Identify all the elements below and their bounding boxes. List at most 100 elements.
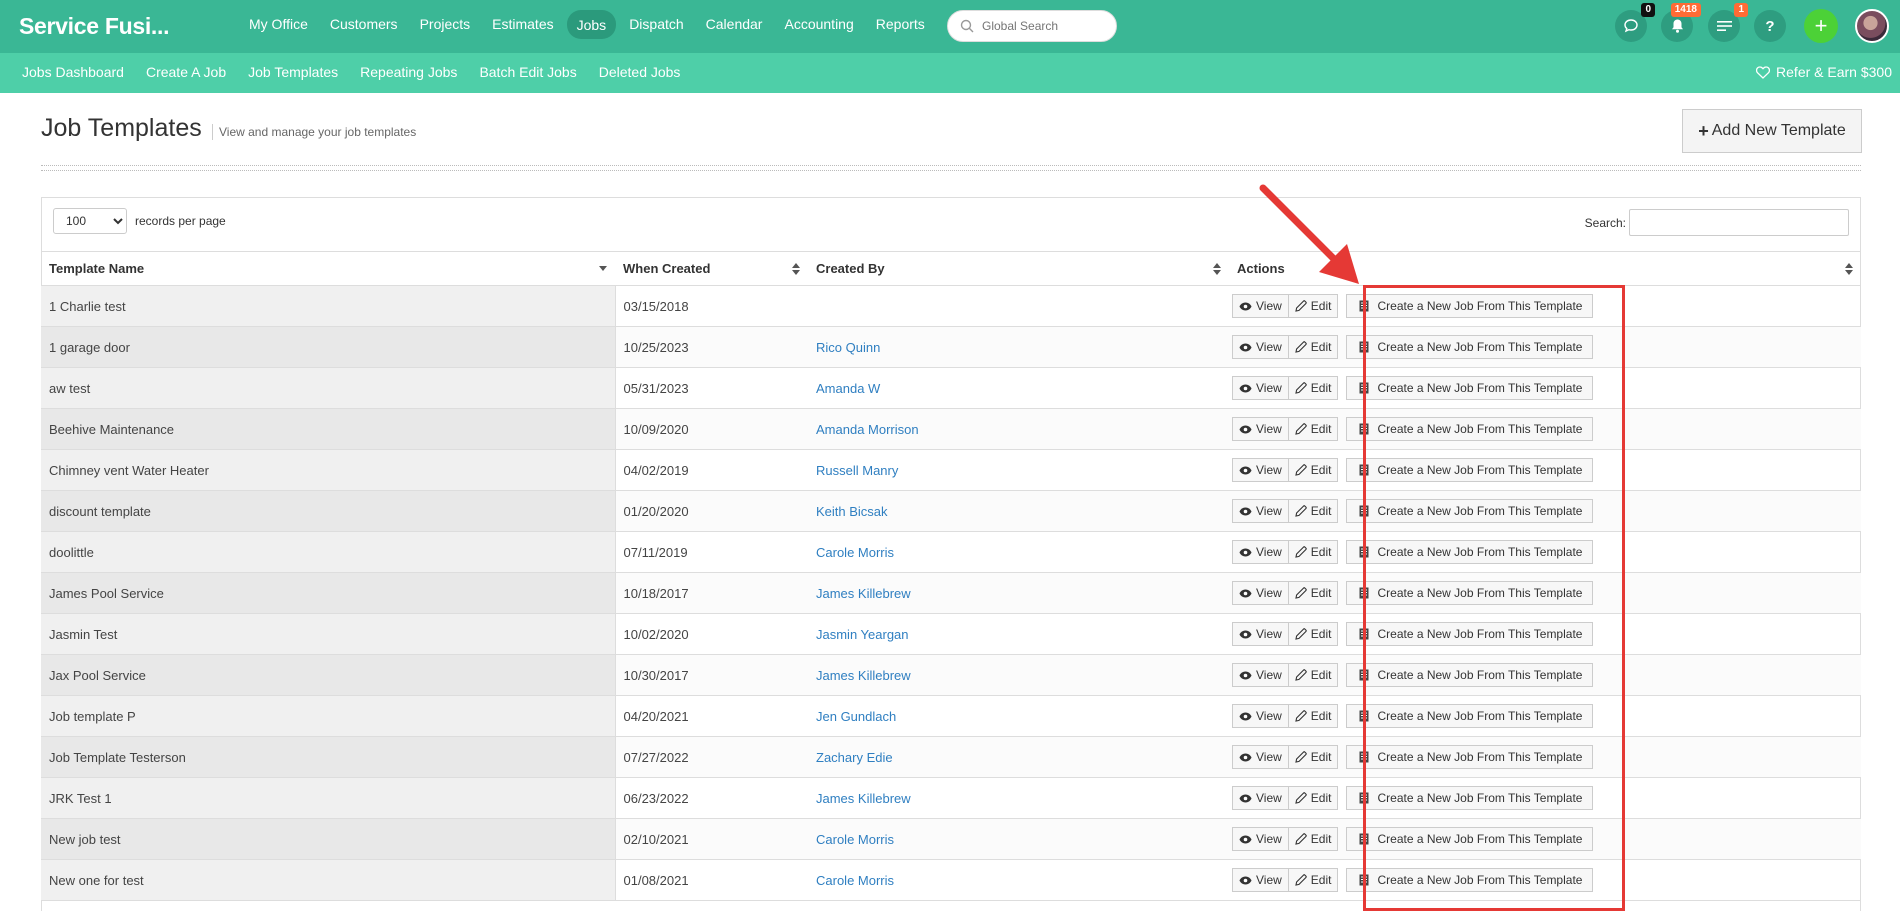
view-button[interactable]: View xyxy=(1232,704,1289,728)
add-new-template-button[interactable]: + Add New Template xyxy=(1682,109,1862,153)
view-button[interactable]: View xyxy=(1232,294,1289,318)
view-button[interactable]: View xyxy=(1232,827,1289,851)
nav-item-calendar[interactable]: Calendar xyxy=(697,13,772,41)
created-by-link[interactable]: Carole Morris xyxy=(816,832,894,847)
sub-nav-item-deleted-jobs[interactable]: Deleted Jobs xyxy=(599,64,681,80)
sub-nav-item-jobs-dashboard[interactable]: Jobs Dashboard xyxy=(22,64,124,80)
create-job-from-template-button[interactable]: Create a New Job From This Template xyxy=(1346,745,1594,769)
global-search-input[interactable] xyxy=(982,17,1108,35)
nav-item-reports[interactable]: Reports xyxy=(867,13,934,41)
create-job-from-template-button[interactable]: Create a New Job From This Template xyxy=(1346,294,1594,318)
create-job-from-template-button[interactable]: Create a New Job From This Template xyxy=(1346,540,1594,564)
edit-button[interactable]: Edit xyxy=(1287,745,1339,769)
actions-cell: View Edit Create a New Job From This Templ… xyxy=(1229,285,1861,327)
edit-button[interactable]: Edit xyxy=(1287,499,1339,523)
created-by-link[interactable]: Carole Morris xyxy=(816,545,894,560)
notifications-badge: 1418 xyxy=(1670,3,1701,17)
nav-item-jobs[interactable]: Jobs xyxy=(566,10,617,39)
create-job-from-template-button[interactable]: Create a New Job From This Template xyxy=(1346,458,1594,482)
main-nav: My Office Customers Projects Estimates Jobs D… xyxy=(240,10,938,41)
template-name-cell: New one for test xyxy=(41,859,616,901)
notifications-button[interactable]: 1418 xyxy=(1661,3,1701,42)
created-by-link[interactable]: Rico Quinn xyxy=(816,340,880,355)
view-button[interactable]: View xyxy=(1232,376,1289,400)
edit-button[interactable]: Edit xyxy=(1287,540,1339,564)
edit-button[interactable]: Edit xyxy=(1287,376,1339,400)
tasks-button[interactable]: 1 xyxy=(1708,3,1748,42)
view-button[interactable]: View xyxy=(1232,622,1289,646)
view-button[interactable]: View xyxy=(1232,786,1289,810)
create-job-from-template-button[interactable]: Create a New Job From This Template xyxy=(1346,827,1594,851)
created-by-link[interactable]: Carole Morris xyxy=(816,873,894,888)
create-job-from-template-button[interactable]: Create a New Job From This Template xyxy=(1346,376,1594,400)
edit-button[interactable]: Edit xyxy=(1287,622,1339,646)
view-button[interactable]: View xyxy=(1232,663,1289,687)
edit-button[interactable]: Edit xyxy=(1287,335,1339,359)
edit-button[interactable]: Edit xyxy=(1287,868,1339,892)
view-button[interactable]: View xyxy=(1232,417,1289,441)
sub-nav-item-batch-edit-jobs[interactable]: Batch Edit Jobs xyxy=(479,64,576,80)
created-by-link[interactable]: Amanda Morrison xyxy=(816,422,919,437)
create-job-from-template-button[interactable]: Create a New Job From This Template xyxy=(1346,335,1594,359)
column-header-template-name[interactable]: Template Name xyxy=(41,251,615,286)
sub-nav-item-create-a-job[interactable]: Create A Job xyxy=(146,64,226,80)
user-avatar[interactable] xyxy=(1855,9,1889,43)
created-by-link[interactable]: James Killebrew xyxy=(816,668,911,683)
nav-item-dispatch[interactable]: Dispatch xyxy=(620,13,692,41)
view-button[interactable]: View xyxy=(1232,335,1289,359)
create-job-from-template-button[interactable]: Create a New Job From This Template xyxy=(1346,786,1594,810)
view-button[interactable]: View xyxy=(1232,499,1289,523)
edit-button[interactable]: Edit xyxy=(1287,417,1339,441)
edit-button[interactable]: Edit xyxy=(1287,827,1339,851)
edit-button[interactable]: Edit xyxy=(1287,663,1339,687)
created-by-link[interactable]: Jasmin Yeargan xyxy=(816,627,909,642)
create-job-from-template-button[interactable]: Create a New Job From This Template xyxy=(1346,704,1594,728)
nav-item-projects[interactable]: Projects xyxy=(411,13,480,41)
column-header-when-created[interactable]: When Created xyxy=(615,251,808,286)
document-icon xyxy=(1359,587,1369,599)
nav-item-customers[interactable]: Customers xyxy=(321,13,407,41)
view-button[interactable]: View xyxy=(1232,540,1289,564)
create-job-from-template-button[interactable]: Create a New Job From This Template xyxy=(1346,417,1594,441)
actions-cell: View Edit Create a New Job From This Templ… xyxy=(1229,326,1861,368)
created-by-link[interactable]: Amanda W xyxy=(816,381,880,396)
view-button[interactable]: View xyxy=(1232,745,1289,769)
records-per-page-select[interactable]: 100 xyxy=(53,208,127,234)
nav-item-estimates[interactable]: Estimates xyxy=(483,13,562,41)
column-header-actions[interactable]: Actions xyxy=(1229,251,1861,286)
nav-item-accounting[interactable]: Accounting xyxy=(775,13,862,41)
view-button[interactable]: View xyxy=(1232,581,1289,605)
table-search-input[interactable] xyxy=(1629,209,1849,236)
create-job-from-template-button[interactable]: Create a New Job From This Template xyxy=(1346,868,1594,892)
global-search[interactable] xyxy=(947,10,1117,42)
edit-button[interactable]: Edit xyxy=(1287,581,1339,605)
view-button[interactable]: View xyxy=(1232,868,1289,892)
edit-button[interactable]: Edit xyxy=(1287,458,1339,482)
created-by-link[interactable]: Zachary Edie xyxy=(816,750,893,765)
edit-label: Edit xyxy=(1310,545,1332,559)
refer-earn-link[interactable]: Refer & Earn $300 xyxy=(1756,64,1892,80)
created-by-link[interactable]: James Killebrew xyxy=(816,586,911,601)
created-by-link[interactable]: Jen Gundlach xyxy=(816,709,896,724)
view-label: View xyxy=(1256,627,1282,641)
help-button[interactable]: ? xyxy=(1754,10,1786,42)
create-job-from-template-button[interactable]: Create a New Job From This Template xyxy=(1346,499,1594,523)
sub-nav-item-job-templates[interactable]: Job Templates xyxy=(248,64,338,80)
sub-nav-item-repeating-jobs[interactable]: Repeating Jobs xyxy=(360,64,457,80)
create-job-label: Create a New Job From This Template xyxy=(1377,627,1583,641)
quick-add-button[interactable]: + xyxy=(1804,9,1838,43)
brand-logo[interactable]: Service Fusi... xyxy=(19,13,170,40)
create-job-from-template-button[interactable]: Create a New Job From This Template xyxy=(1346,581,1594,605)
create-job-from-template-button[interactable]: Create a New Job From This Template xyxy=(1346,622,1594,646)
created-by-link[interactable]: Keith Bicsak xyxy=(816,504,888,519)
column-header-created-by[interactable]: Created By xyxy=(808,251,1229,286)
created-by-link[interactable]: Russell Manry xyxy=(816,463,898,478)
edit-button[interactable]: Edit xyxy=(1287,704,1339,728)
edit-button[interactable]: Edit xyxy=(1287,786,1339,810)
view-button[interactable]: View xyxy=(1232,458,1289,482)
created-by-link[interactable]: James Killebrew xyxy=(816,791,911,806)
nav-item-my-office[interactable]: My Office xyxy=(240,13,317,41)
chat-button[interactable]: 0 xyxy=(1615,3,1655,42)
create-job-from-template-button[interactable]: Create a New Job From This Template xyxy=(1346,663,1594,687)
edit-button[interactable]: Edit xyxy=(1287,294,1339,318)
